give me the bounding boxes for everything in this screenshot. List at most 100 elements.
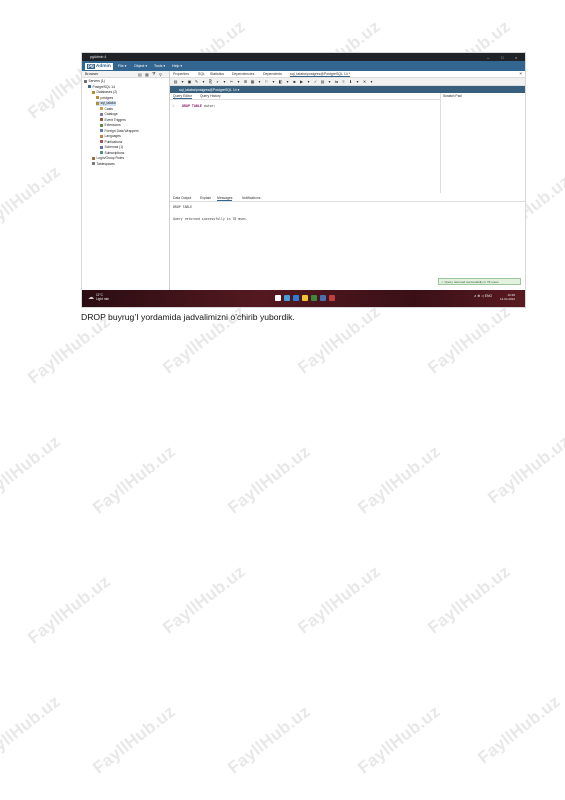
dropdown-icon[interactable]: ▾ — [285, 79, 290, 84]
tab-statistics[interactable]: Statistics — [210, 72, 224, 76]
watermark-text: FayllHub.uz — [89, 441, 179, 518]
filter-icon[interactable]: ⧩ — [152, 72, 155, 76]
tree-node[interactable]: Schemas (1) — [100, 145, 123, 150]
tree-node[interactable]: Tablespaces — [92, 162, 115, 167]
tree-node[interactable]: Catalogs — [100, 112, 118, 117]
tab-dependents[interactable]: Dependents — [263, 72, 282, 76]
tree-node[interactable]: sql_talaba — [96, 101, 116, 106]
minimize-icon[interactable]: – — [487, 55, 489, 60]
commit-icon[interactable]: ✓ — [313, 79, 318, 84]
save-icon[interactable]: ▣ — [187, 79, 192, 84]
taskbar-app-icon[interactable] — [284, 295, 290, 301]
weather-desc: Light rain — [96, 297, 110, 301]
grid-icon[interactable]: ⊞ — [243, 79, 248, 84]
watermark-text: FayllHub.uz — [484, 431, 565, 508]
tab-sql[interactable]: SQL — [198, 72, 205, 76]
clear-icon[interactable]: ✕ — [362, 79, 367, 84]
main-panel: Properties SQL Statistics Dependencies D… — [170, 71, 525, 290]
weather-widget[interactable]: 11°C Light rain — [96, 293, 109, 301]
success-toast[interactable]: ✓ Query returned successfully in 78 msec… — [438, 278, 521, 285]
close-icon[interactable]: × — [515, 55, 517, 60]
scratch-pad-label: Scratch Pad — [443, 94, 462, 98]
open-file-icon[interactable]: ▤ — [173, 79, 178, 84]
dropdown-icon[interactable]: ▾ — [257, 79, 262, 84]
tree-node[interactable]: Subscriptions — [100, 151, 124, 156]
database-icon[interactable]: ▤ — [138, 72, 142, 77]
dropdown-icon[interactable]: ▾ — [369, 79, 374, 84]
menu-tools[interactable]: Tools ▾ — [154, 64, 165, 68]
tree-node[interactable]: Foreign Data Wrappers — [100, 129, 139, 134]
limit-icon[interactable]: ◧ — [278, 79, 283, 84]
maximize-icon[interactable]: □ — [501, 55, 503, 60]
dropdown-icon[interactable]: ▾ — [306, 79, 311, 84]
menu-file[interactable]: File ▾ — [118, 64, 127, 68]
taskbar-app-icon[interactable] — [311, 295, 317, 301]
dropdown-icon[interactable]: ▾ — [201, 79, 206, 84]
menu-bar: pg Admin File ▾ Object ▾ Tools ▾ Help ▾ — [82, 61, 525, 71]
tree-node[interactable]: Servers (1) — [84, 79, 105, 84]
copy-icon[interactable]: ⎘ — [208, 79, 213, 84]
tree-node-icon — [96, 101, 99, 105]
explain-icon[interactable]: ⇆ — [334, 79, 339, 84]
taskbar-app-icon[interactable] — [329, 295, 335, 301]
dropdown-icon[interactable]: ▾ — [355, 79, 360, 84]
tab-query-editor[interactable]: Query Editor — [173, 94, 193, 99]
taskbar-app-icon[interactable] — [320, 295, 326, 301]
execute-icon[interactable]: ▶ — [299, 79, 304, 84]
search-icon[interactable]: ⚲ — [159, 72, 162, 77]
dropdown-icon[interactable]: ▾ — [327, 79, 332, 84]
system-tray[interactable]: ∧ ⊕ ◁ ENG — [474, 294, 492, 298]
watermark-text: FayllHub.uz — [424, 561, 514, 638]
tree-node[interactable]: Languages — [100, 134, 121, 139]
table-icon[interactable]: ▦ — [250, 79, 255, 84]
dropdown-icon[interactable]: ▾ — [236, 79, 241, 84]
tab-dependencies[interactable]: Dependencies — [232, 72, 254, 76]
filter-icon[interactable]: ⚐ — [264, 79, 269, 84]
tree-node[interactable]: postgres — [96, 96, 113, 101]
weather-icon[interactable]: ☁ — [88, 294, 94, 301]
tab-messages[interactable]: Messages — [217, 196, 233, 201]
connection-bar[interactable]: sql_talaba/postgres@PostgreSQL 14 ▾ — [170, 86, 525, 93]
sql-editor[interactable]: 1 DROP TABLE autor; — [170, 100, 440, 193]
tab-query-history[interactable]: Query History — [200, 94, 221, 98]
dropdown-icon[interactable]: ▾ — [271, 79, 276, 84]
tree-node-label: Login/Group Roles — [96, 156, 125, 160]
tree-node[interactable]: Login/Group Roles — [92, 156, 124, 161]
menu-help[interactable]: Help ▾ — [172, 64, 182, 68]
tab-query-tool[interactable]: sql_talaba/postgres@PostgreSQL 14 * — [290, 72, 351, 77]
taskbar-app-icon[interactable] — [302, 295, 308, 301]
download-icon[interactable]: ⬇ — [348, 79, 353, 84]
embedded-screenshot: pgAdmin 4 – □ × pg Admin File ▾ Object ▾ … — [81, 52, 526, 308]
tree-node[interactable]: PostgreSQL 14 — [88, 85, 115, 90]
tree-node[interactable]: Databases (2) — [92, 90, 117, 95]
dropdown-icon[interactable]: ▾ — [180, 79, 185, 84]
tree-node[interactable]: Extensions — [100, 123, 121, 128]
tab-properties[interactable]: Properties — [173, 72, 189, 76]
cut-icon[interactable]: ✂ — [229, 79, 234, 84]
tree-node-icon — [100, 118, 103, 122]
sql-table-name: autor; — [203, 104, 216, 108]
macros-icon[interactable]: ≡ — [341, 79, 346, 84]
taskbar-clock[interactable]: 10:48 14.04.2022 — [500, 293, 515, 301]
find-icon[interactable]: ⌕ — [215, 79, 220, 84]
close-panel-icon[interactable]: × — [519, 71, 522, 76]
tree-node-icon — [100, 107, 103, 111]
scratch-pad[interactable]: Scratch Pad — [440, 93, 525, 193]
dropdown-icon[interactable]: ▾ — [222, 79, 227, 84]
tree-node[interactable]: Event Triggers — [100, 118, 126, 123]
sql-keyword: DROP TABLE — [182, 104, 202, 108]
stop-icon[interactable]: ■ — [292, 79, 297, 84]
edit-icon[interactable]: ✎ — [194, 79, 199, 84]
table-icon[interactable]: ▦ — [145, 72, 149, 77]
tree-node-icon — [96, 96, 99, 100]
taskbar-app-icon[interactable] — [293, 295, 299, 301]
tab-explain[interactable]: Explain — [200, 196, 211, 200]
tab-notifications[interactable]: Notifications — [242, 196, 260, 200]
menu-object[interactable]: Object ▾ — [134, 64, 147, 68]
rollback-icon[interactable]: ▤ — [320, 79, 325, 84]
tree-node[interactable]: Publications — [100, 140, 122, 145]
taskbar-app-icon[interactable] — [275, 295, 281, 301]
tab-data-output[interactable]: Data Output — [173, 196, 191, 200]
watermark-text: FayllHub.uz — [159, 561, 249, 638]
tree-node[interactable]: Casts — [100, 107, 113, 112]
